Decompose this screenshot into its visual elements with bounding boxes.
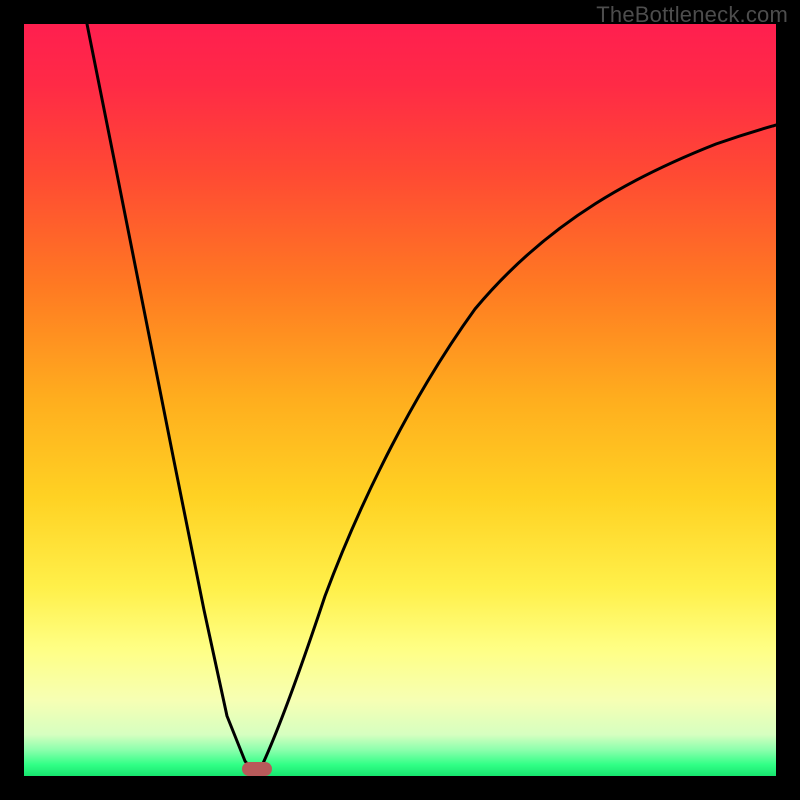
- watermark-text: TheBottleneck.com: [596, 2, 788, 28]
- curve-left-branch: [87, 24, 257, 776]
- vertex-marker: [242, 762, 272, 776]
- bottleneck-curve: [24, 24, 776, 776]
- curve-right-branch: [257, 125, 776, 776]
- plot-area: [24, 24, 776, 776]
